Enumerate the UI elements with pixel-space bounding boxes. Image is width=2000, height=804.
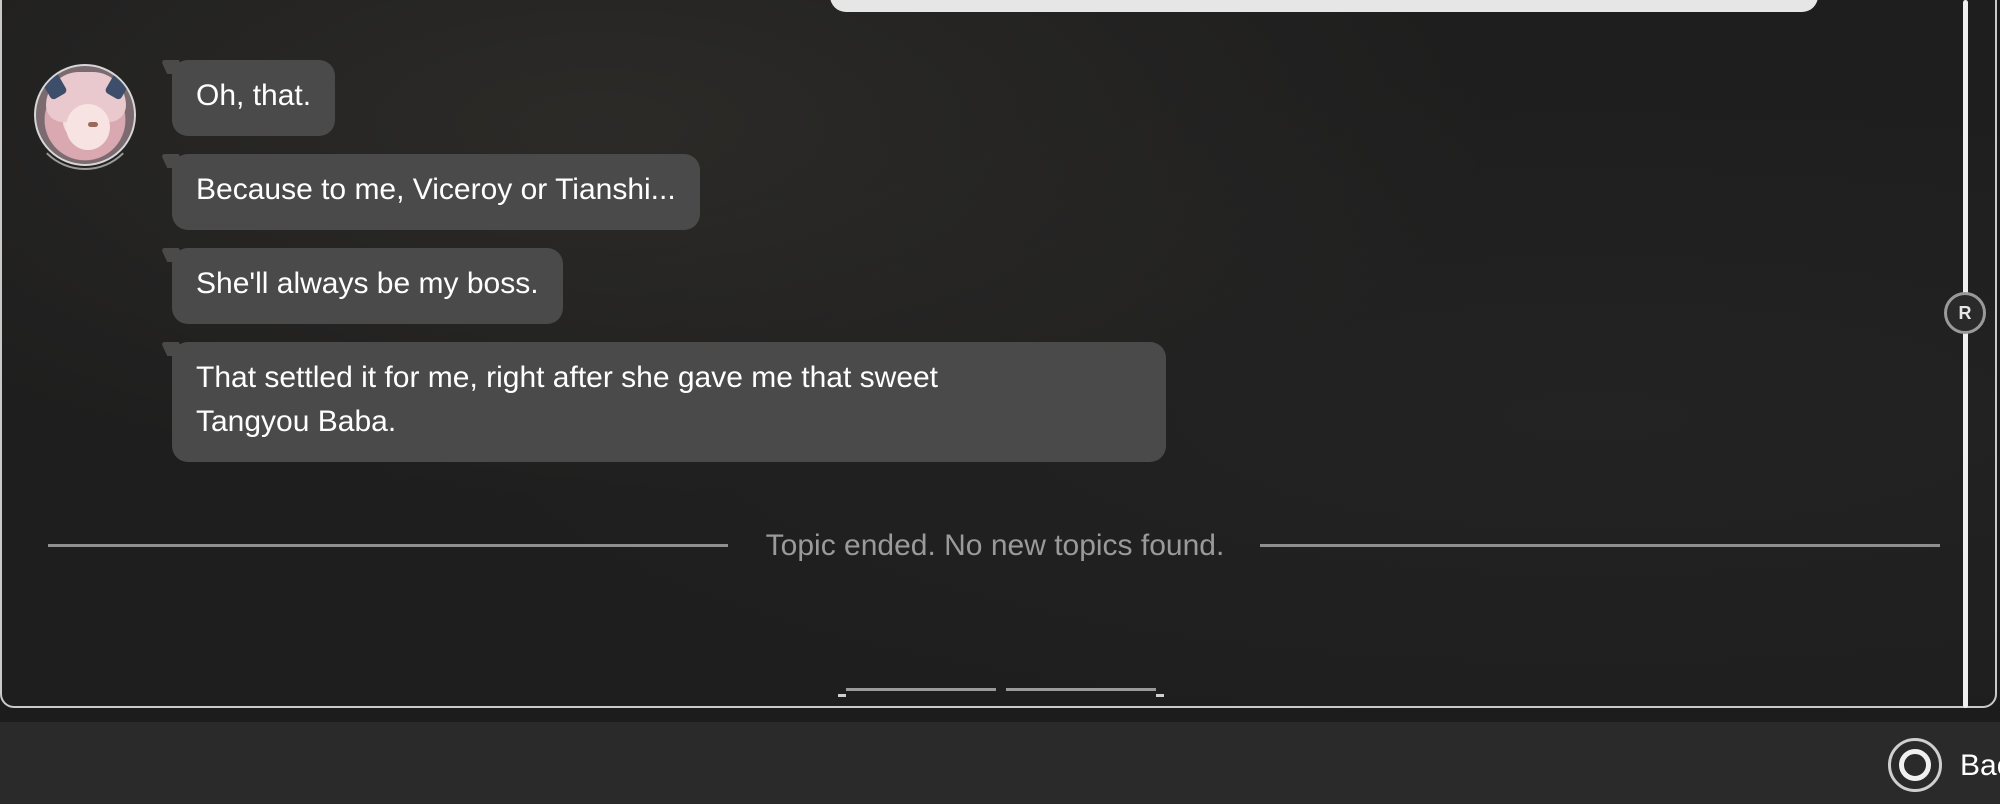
scroll-indicator-tick bbox=[838, 694, 846, 697]
scroll-handle-r-icon[interactable]: R bbox=[1944, 292, 1986, 334]
topic-ended-status: Topic ended. No new topics found. bbox=[765, 529, 1225, 562]
screen: Oh, that. Because to me, Viceroy or Tian… bbox=[0, 0, 2000, 804]
previous-message-bubble bbox=[830, 0, 1818, 12]
avatar-ring bbox=[30, 60, 140, 170]
message-bubble: That settled it for me, right after she … bbox=[172, 342, 1166, 462]
divider-right bbox=[1260, 544, 1940, 547]
message-bubble: Because to me, Viceroy or Tianshi... bbox=[172, 154, 700, 230]
back-button-label[interactable]: Bac bbox=[1960, 748, 2000, 784]
scroll-indicator-segment bbox=[846, 688, 996, 691]
bottom-bar bbox=[0, 722, 2000, 804]
scroll-indicator-tick bbox=[1156, 694, 1164, 697]
scrollbar-track[interactable] bbox=[1963, 0, 1968, 708]
message-bubble: Oh, that. bbox=[172, 60, 336, 136]
circle-button-icon[interactable] bbox=[1888, 738, 1942, 792]
message-bubble: She'll always be my boss. bbox=[172, 248, 563, 324]
scroll-indicator-segment bbox=[1006, 688, 1156, 691]
scroll-indicator bbox=[838, 680, 1168, 700]
divider-left bbox=[48, 544, 728, 547]
